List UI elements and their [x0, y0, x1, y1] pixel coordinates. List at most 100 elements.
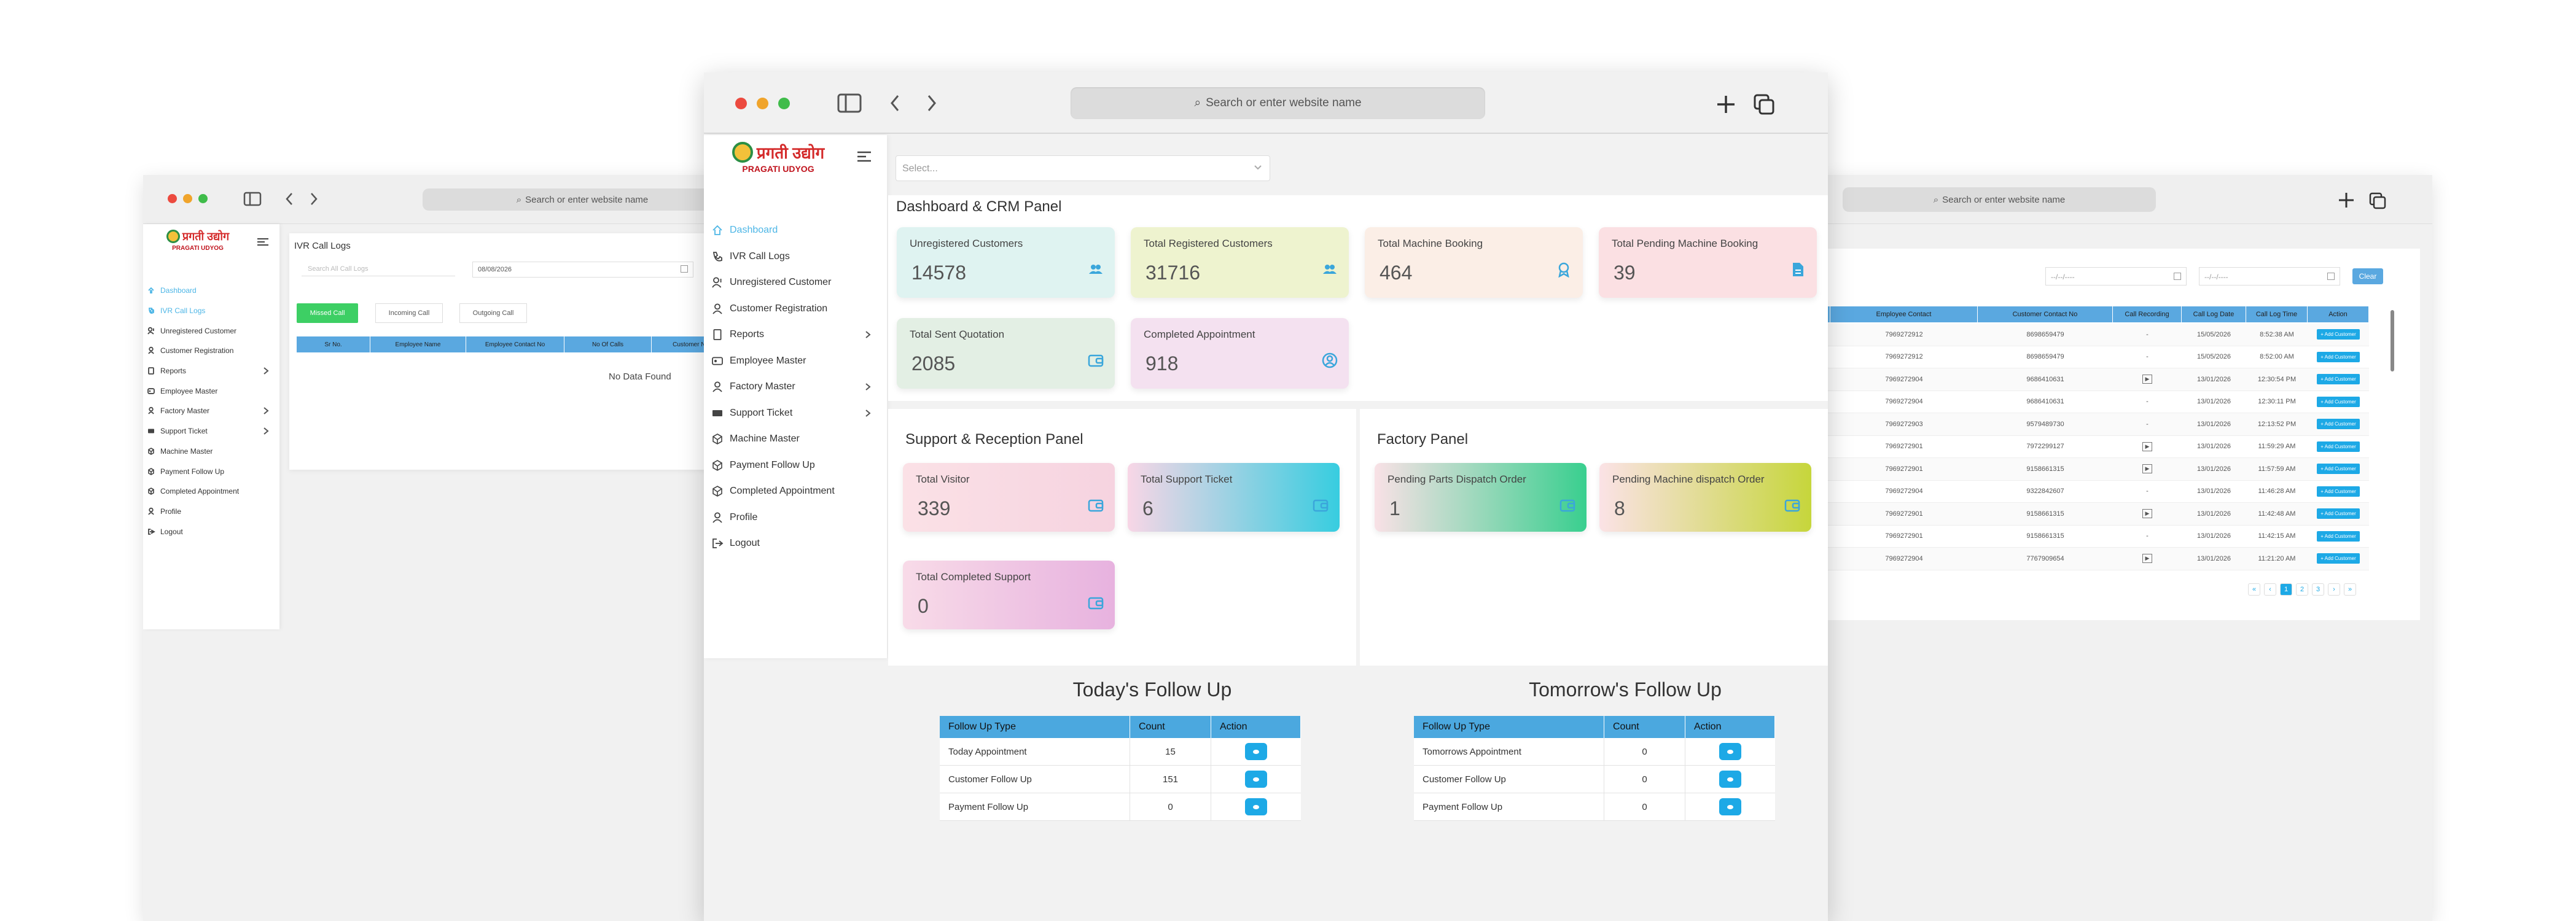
call-recording-cell[interactable]: ▶ [2113, 548, 2182, 570]
address-bar[interactable]: ⌕ Search or enter website name [1071, 87, 1485, 119]
stat-card[interactable]: Total Pending Machine Booking 39 [1599, 227, 1817, 298]
menu-collapse-icon[interactable] [857, 151, 871, 162]
view-eye-button[interactable] [1245, 798, 1267, 815]
pagination-item[interactable]: « [2248, 583, 2260, 596]
back-chevron-icon[interactable] [888, 93, 902, 113]
pagination-item[interactable]: » [2344, 583, 2356, 596]
calendar-icon[interactable] [681, 265, 688, 273]
new-tab-plus-icon[interactable] [2337, 191, 2355, 209]
forward-chevron-icon[interactable] [308, 191, 320, 207]
call-recording-cell[interactable]: ▶ [2113, 368, 2182, 391]
pagination-item[interactable]: 2 [2296, 583, 2308, 596]
add-customer-button[interactable]: + Add Customer [2317, 530, 2360, 542]
play-icon[interactable]: ▶ [2142, 554, 2153, 564]
stat-card[interactable]: Total Support Ticket 6 [1128, 463, 1340, 532]
calendar-icon[interactable] [2174, 273, 2181, 280]
sidebar-item-completed-appointment[interactable]: Completed Appointment [704, 478, 882, 505]
sidebar-item-dashboard[interactable]: Dashboard [704, 217, 882, 244]
sidebar-item-unregistered-customer[interactable]: Unregistered Customer [704, 270, 882, 296]
sidebar-item-employee-master[interactable]: Employee Master [143, 381, 275, 401]
view-eye-button[interactable] [1719, 743, 1741, 760]
sidebar-toggle-icon[interactable] [837, 93, 862, 114]
sidebar-toggle-icon[interactable] [243, 191, 262, 207]
address-bar[interactable]: ⌕ Search or enter website name [1843, 187, 2156, 212]
from-date-field[interactable]: --/--/---- [2045, 267, 2187, 286]
sidebar-item-machine-master[interactable]: Machine Master [704, 426, 882, 453]
pagination-item[interactable]: 3 [2312, 583, 2324, 596]
sidebar-item-profile[interactable]: Profile [143, 502, 275, 522]
sidebar-item-payment-follow-up[interactable]: Payment Follow Up [143, 461, 275, 481]
stat-card[interactable]: Completed Appointment 918 [1131, 318, 1349, 389]
menu-collapse-icon[interactable] [257, 238, 268, 246]
view-eye-button[interactable] [1245, 771, 1267, 788]
add-customer-button[interactable]: + Add Customer [2317, 419, 2360, 430]
forward-chevron-icon[interactable] [925, 93, 939, 113]
add-customer-button[interactable]: + Add Customer [2317, 508, 2360, 519]
new-tab-plus-icon[interactable] [1715, 93, 1737, 115]
add-customer-button[interactable]: + Add Customer [2317, 441, 2360, 452]
clear-button[interactable]: Clear [2352, 268, 2383, 284]
date-field[interactable]: 08/08/2026 [472, 262, 693, 278]
call-recording-cell[interactable]: ▶ [2113, 436, 2182, 458]
add-customer-button[interactable]: + Add Customer [2317, 351, 2360, 362]
view-eye-button[interactable] [1719, 771, 1741, 788]
add-customer-button[interactable]: + Add Customer [2317, 374, 2360, 385]
stat-card[interactable]: Pending Parts Dispatch Order 1 [1375, 463, 1587, 532]
stat-card[interactable]: Total Machine Booking 464 [1365, 227, 1583, 298]
stat-card[interactable]: Total Completed Support 0 [903, 561, 1115, 629]
tab-outgoing-call[interactable]: Outgoing Call [459, 303, 527, 323]
sidebar-item-payment-follow-up[interactable]: Payment Follow Up [704, 453, 882, 479]
call-recording-cell[interactable]: ▶ [2113, 458, 2182, 480]
sidebar-item-profile[interactable]: Profile [704, 505, 882, 531]
pagination-item[interactable]: ‹ [2264, 583, 2276, 596]
stat-card[interactable]: Total Sent Quotation 2085 [897, 318, 1115, 389]
play-icon[interactable]: ▶ [2142, 441, 2153, 451]
play-icon[interactable]: ▶ [2142, 375, 2153, 384]
sidebar-item-ivr-call-logs[interactable]: IVR Call Logs [704, 244, 882, 270]
add-customer-button[interactable]: + Add Customer [2317, 396, 2360, 407]
stat-card[interactable]: Unregistered Customers 14578 [897, 227, 1115, 298]
play-icon[interactable]: ▶ [2142, 509, 2153, 519]
table-scrollbar[interactable] [2391, 310, 2394, 371]
minimize-window-dot[interactable] [757, 98, 768, 109]
stat-card[interactable]: Total Visitor 339 [903, 463, 1115, 532]
sidebar-item-reports[interactable]: Reports [704, 322, 882, 348]
sidebar-item-unregistered-customer[interactable]: Unregistered Customer [143, 321, 275, 341]
tabs-overview-icon[interactable] [1752, 92, 1776, 117]
sidebar-item-employee-master[interactable]: Employee Master [704, 348, 882, 375]
sidebar-item-dashboard[interactable]: Dashboard [143, 281, 275, 301]
sidebar-item-completed-appointment[interactable]: Completed Appointment [143, 481, 275, 502]
sidebar-item-customer-registration[interactable]: Customer Registration [143, 341, 275, 361]
sidebar-item-ivr-call-logs[interactable]: IVR Call Logs [143, 301, 275, 321]
address-bar[interactable]: ⌕ Search or enter website name [423, 188, 742, 211]
sidebar-item-support-ticket[interactable]: Support Ticket [704, 400, 882, 427]
sidebar-item-logout[interactable]: Logout [143, 521, 275, 542]
add-customer-button[interactable]: + Add Customer [2317, 329, 2360, 340]
back-chevron-icon[interactable] [283, 191, 295, 207]
call-log-search-input[interactable]: Search All Call Logs [302, 262, 455, 276]
maximize-window-dot[interactable] [198, 194, 208, 203]
play-icon[interactable]: ▶ [2142, 464, 2153, 474]
sidebar-item-logout[interactable]: Logout [704, 530, 882, 557]
tabs-overview-icon[interactable] [2368, 191, 2387, 211]
sidebar-item-support-ticket[interactable]: Support Ticket [143, 421, 275, 441]
add-customer-button[interactable]: + Add Customer [2317, 464, 2360, 475]
close-window-dot[interactable] [168, 194, 177, 203]
close-window-dot[interactable] [735, 98, 747, 109]
calendar-icon[interactable] [2327, 273, 2335, 280]
tab-missed-call[interactable]: Missed Call [297, 303, 358, 323]
branch-select[interactable]: Select... [896, 155, 1270, 181]
call-recording-cell[interactable]: ▶ [2113, 503, 2182, 525]
tab-incoming-call[interactable]: Incoming Call [375, 303, 443, 323]
sidebar-item-factory-master[interactable]: Factory Master [704, 374, 882, 400]
pagination-item[interactable]: › [2328, 583, 2340, 596]
add-customer-button[interactable]: + Add Customer [2317, 486, 2360, 497]
stat-card[interactable]: Total Registered Customers 31716 [1131, 227, 1349, 298]
chevron-down-icon[interactable] [1254, 165, 1262, 171]
view-eye-button[interactable] [1719, 798, 1741, 815]
stat-card[interactable]: Pending Machine dispatch Order 8 [1599, 463, 1811, 532]
minimize-window-dot[interactable] [183, 194, 192, 203]
pagination-item[interactable]: 1 [2280, 583, 2292, 596]
sidebar-item-factory-master[interactable]: Factory Master [143, 401, 275, 421]
to-date-field[interactable]: --/--/---- [2199, 267, 2340, 286]
